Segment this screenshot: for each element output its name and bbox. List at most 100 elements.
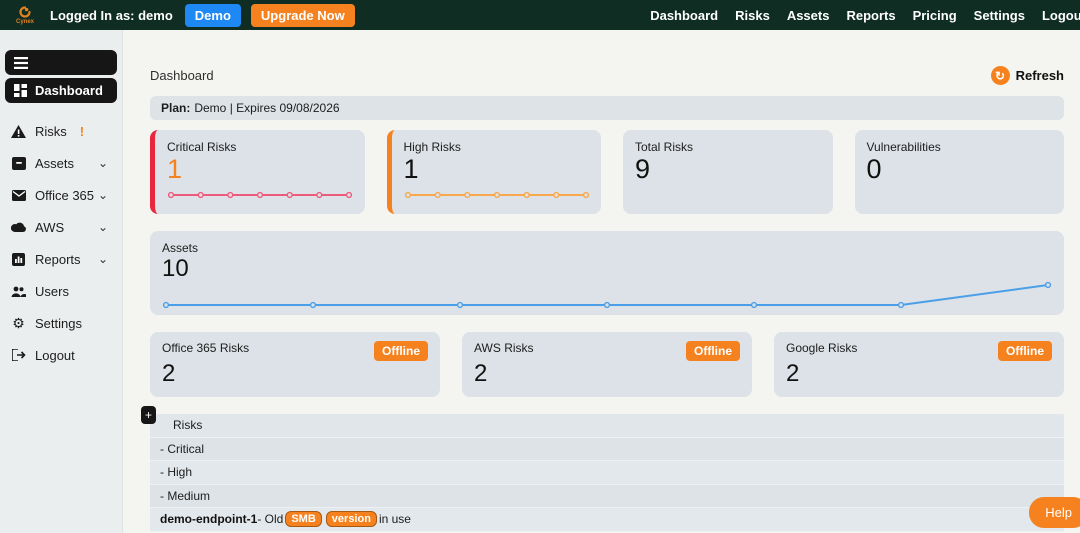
dashboard-grid-icon [14, 84, 27, 97]
sidebar-item-logout[interactable]: Logout [0, 339, 122, 371]
envelope-icon [11, 189, 26, 201]
card-value: 1 [403, 154, 419, 184]
nav-link-pricing[interactable]: Pricing [913, 8, 957, 23]
table-row-high[interactable]: - High [150, 461, 1064, 485]
high-risks-card[interactable]: High Risks 1 [386, 130, 601, 214]
chevron-down-icon: ⌄ [97, 156, 108, 170]
nav-link-assets[interactable]: Assets [787, 8, 830, 23]
top-navbar: Cynex Logged In as: demo Demo Upgrade No… [0, 0, 1080, 30]
plan-value: Demo | Expires 09/08/2026 [194, 101, 340, 115]
sidebar-item-risks[interactable]: Risks ! [0, 115, 122, 147]
cloud-icon [11, 222, 26, 232]
main-content: Dashboard ↻ Refresh Plan: Demo | Expires… [124, 30, 1080, 533]
nav-link-reports[interactable]: Reports [846, 8, 895, 23]
upgrade-now-button[interactable]: Upgrade Now [250, 3, 355, 27]
service-card-row: Office 365 Risks Offline 2 AWS Risks Off… [150, 332, 1064, 397]
refresh-icon: ↻ [990, 66, 1010, 85]
refresh-label: Refresh [1015, 68, 1064, 83]
sidebar-item-dashboard[interactable]: Dashboard [5, 78, 117, 103]
card-value: 10 [162, 255, 189, 282]
aws-risks-card[interactable]: AWS Risks Offline 2 [462, 332, 752, 397]
card-label: Vulnerabilities [866, 140, 941, 154]
users-icon [11, 286, 26, 297]
sidebar-item-label: Assets [35, 155, 75, 171]
sidebar-item-label: Risks [35, 123, 67, 139]
card-label: Assets [162, 241, 199, 255]
card-value: 2 [786, 360, 800, 387]
sidebar-item-label: Users [35, 283, 69, 299]
card-value: 1 [167, 154, 183, 184]
top-nav-links: Dashboard Risks Assets Reports Pricing S… [650, 0, 1080, 30]
card-value: 2 [162, 360, 176, 387]
warning-triangle-icon [11, 124, 26, 138]
risk-text-prefix: - Old [257, 512, 284, 527]
card-label: High Risks [403, 140, 461, 154]
offline-badge[interactable]: Offline [998, 341, 1052, 361]
sidebar-item-aws[interactable]: AWS ⌄ [0, 211, 122, 243]
sidebar-item-label: Reports [35, 251, 81, 267]
sidebar-item-users[interactable]: Users [0, 275, 122, 307]
critical-sparkline [167, 186, 353, 204]
sidebar-item-label: Logout [35, 347, 75, 363]
offline-badge[interactable]: Offline [374, 341, 428, 361]
chevron-down-icon: ⌄ [97, 252, 108, 266]
chevron-down-icon: ⌄ [97, 220, 108, 234]
sidebar-item-settings[interactable]: ⚙ Settings [0, 307, 122, 339]
endpoint-name: demo-endpoint-1 [160, 512, 258, 527]
sidebar-item-reports[interactable]: Reports ⌄ [0, 243, 122, 275]
help-button[interactable]: Help [1029, 497, 1080, 528]
table-row-risk-detail[interactable]: demo-endpoint-1 - Old SMB version in use [150, 508, 1064, 532]
sidebar-item-assets[interactable]: Assets ⌄ [0, 147, 122, 179]
vulnerabilities-card[interactable]: Vulnerabilities 0 [854, 130, 1064, 214]
card-label: Critical Risks [167, 140, 237, 154]
nav-link-risks[interactable]: Risks [735, 8, 770, 23]
sidebar-toggle-button[interactable] [5, 50, 117, 75]
dashboard-page: Cynex Logged In as: demo Demo Upgrade No… [0, 0, 1080, 533]
hamburger-icon [14, 56, 28, 69]
sidebar-item-label: AWS [35, 219, 65, 235]
offline-badge[interactable]: Offline [686, 341, 740, 361]
sidebar: Dashboard Risks ! Assets ⌄ Office 365 ⌄ … [0, 30, 123, 533]
sidebar-item-office365[interactable]: Office 365 ⌄ [0, 179, 122, 211]
nav-link-dashboard[interactable]: Dashboard [650, 8, 718, 23]
high-sparkline [404, 186, 590, 204]
card-label: AWS Risks [474, 341, 534, 355]
app-logo[interactable]: Cynex [8, 5, 42, 25]
card-label: Google Risks [786, 341, 858, 355]
demo-button[interactable]: Demo [184, 3, 241, 27]
total-risks-card[interactable]: Total Risks 9 [623, 130, 833, 214]
critical-risks-card[interactable]: Critical Risks 1 [150, 130, 365, 214]
office365-risks-card[interactable]: Office 365 Risks Offline 2 [150, 332, 440, 397]
plan-banner: Plan: Demo | Expires 09/08/2026 [150, 96, 1064, 120]
table-row-critical[interactable]: - Critical [150, 437, 1064, 461]
assets-card[interactable]: Assets 10 [150, 231, 1064, 315]
sidebar-item-label: Settings [35, 315, 82, 331]
add-risk-button[interactable]: + [141, 406, 156, 424]
logged-in-label: Logged In as: demo [50, 7, 173, 23]
risk-text-suffix: in use [378, 512, 411, 527]
gear-icon: ⚙ [12, 315, 25, 331]
bar-chart-icon [11, 252, 26, 266]
nav-link-settings[interactable]: Settings [974, 8, 1025, 23]
refresh-button[interactable]: ↻ Refresh [990, 66, 1064, 85]
card-value: 9 [635, 154, 651, 184]
stat-card-row: Critical Risks 1 High Risks 1 Total Risk… [150, 130, 1064, 214]
archive-box-icon [11, 156, 26, 170]
logout-icon [11, 349, 26, 361]
header-row: Dashboard ↻ Refresh [150, 66, 1064, 85]
breadcrumb[interactable]: Dashboard [150, 68, 214, 83]
nav-link-logout[interactable]: Logout [1042, 8, 1080, 23]
card-label: Total Risks [635, 140, 694, 154]
risk-tag-version[interactable]: version [325, 511, 377, 528]
sidebar-item-label: Office 365 [35, 187, 95, 203]
google-risks-card[interactable]: Google Risks Offline 2 [774, 332, 1064, 397]
card-value: 2 [474, 360, 488, 387]
plan-label: Plan: [161, 101, 191, 115]
chevron-down-icon: ⌄ [97, 188, 108, 202]
risks-table-header: Risks [150, 414, 1064, 438]
risk-tag-smb[interactable]: SMB [285, 511, 322, 528]
sidebar-item-label: Dashboard [35, 83, 103, 98]
assets-sparkline [162, 281, 1052, 309]
table-row-medium[interactable]: - Medium [150, 484, 1064, 508]
card-label: Office 365 Risks [162, 341, 250, 355]
